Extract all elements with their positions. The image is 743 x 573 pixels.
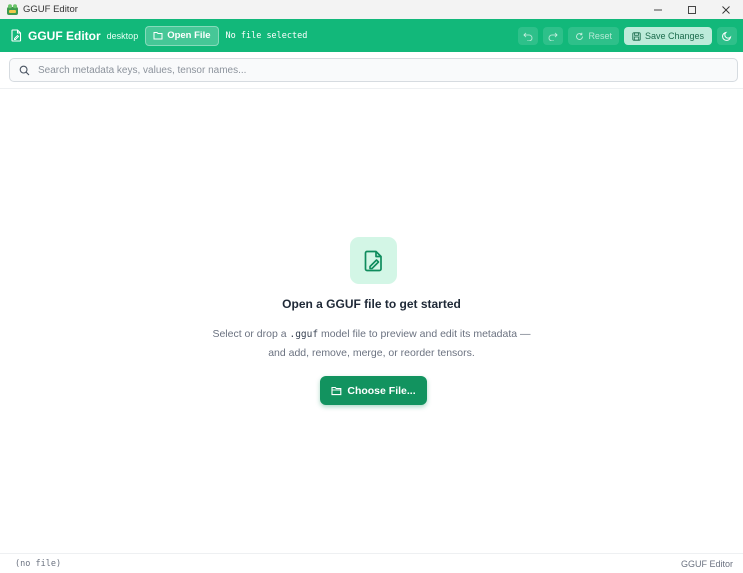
undo-icon: [523, 32, 533, 41]
app-name: GGUF Editor: [28, 28, 101, 43]
status-bar: (no file) GGUF Editor: [0, 553, 743, 573]
minimize-icon: [654, 9, 662, 10]
reset-label: Reset: [588, 31, 612, 41]
choose-file-button[interactable]: Choose File...: [320, 376, 427, 405]
file-status-text: No file selected: [225, 30, 308, 41]
window-controls: [641, 0, 743, 19]
choose-file-label: Choose File...: [347, 384, 416, 397]
reset-icon: [576, 32, 584, 40]
search-box: [9, 58, 738, 82]
file-icon: [11, 29, 22, 43]
toolbar-actions: Reset Save Changes: [518, 27, 737, 45]
window-titlebar: GGUF Editor: [0, 0, 743, 19]
window-title: GGUF Editor: [23, 4, 78, 15]
maximize-icon: [688, 5, 696, 14]
empty-state: Open a GGUF file to get started Select o…: [0, 89, 743, 553]
reset-button[interactable]: Reset: [568, 27, 619, 45]
status-file: (no file): [15, 559, 62, 569]
status-app-name: GGUF Editor: [680, 559, 733, 569]
open-file-button[interactable]: Open File: [145, 25, 219, 46]
app-logo-icon: [5, 3, 19, 17]
undo-button[interactable]: [518, 27, 539, 45]
minimize-button[interactable]: [641, 0, 675, 19]
empty-state-title: Open a GGUF file to get started: [282, 297, 461, 311]
save-changes-label: Save Changes: [644, 31, 704, 41]
folder-open-icon: [153, 32, 163, 40]
file-extension-code: .gguf: [289, 329, 319, 340]
maximize-button[interactable]: [675, 0, 709, 19]
env-label: desktop: [106, 30, 139, 41]
redo-button[interactable]: [543, 27, 564, 45]
close-button[interactable]: [709, 0, 743, 19]
save-changes-button[interactable]: Save Changes: [623, 27, 712, 45]
close-icon: [722, 5, 730, 14]
document-tile: [350, 237, 397, 284]
open-file-label: Open File: [167, 30, 211, 41]
save-icon: [632, 31, 641, 41]
theme-toggle-button[interactable]: [717, 27, 737, 45]
moon-icon: [722, 31, 732, 41]
search-icon: [19, 65, 30, 76]
file-edit-icon: [364, 250, 382, 271]
search-bar-area: [0, 52, 743, 89]
folder-open-icon: [331, 386, 342, 395]
empty-state-description: Select or drop a .gguf model file to pre…: [0, 325, 743, 362]
desc-text-1: Select or drop a: [212, 328, 290, 340]
desc-text-2: model file to preview and edit its metad…: [318, 328, 531, 340]
toolbar: GGUF Editor desktop Open File No file se…: [0, 19, 743, 52]
redo-icon: [549, 32, 559, 41]
search-input[interactable]: [38, 64, 718, 76]
desc-line-2: and add, remove, merge, or reorder tenso…: [268, 347, 475, 359]
